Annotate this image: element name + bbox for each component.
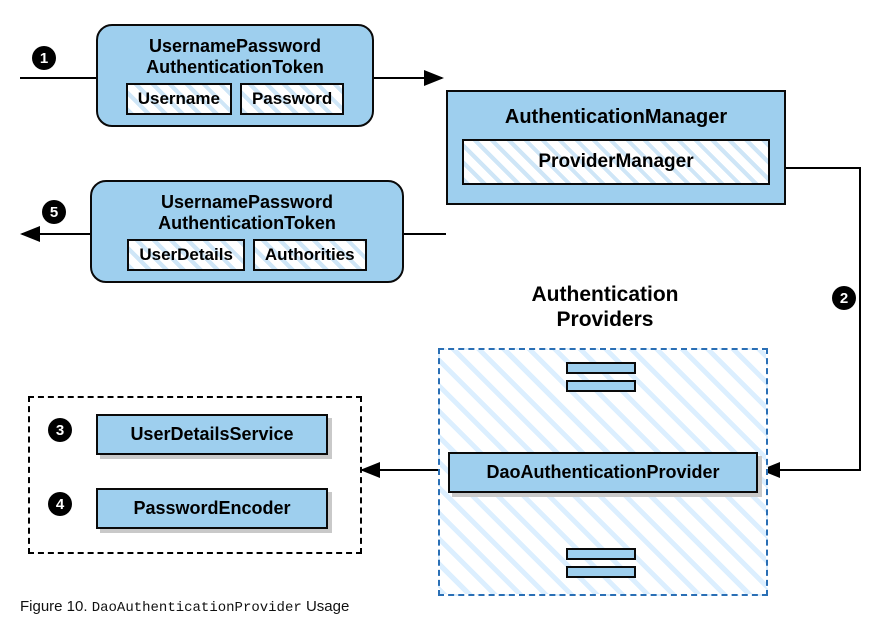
badge-2: 2 xyxy=(832,286,856,310)
badge-3: 3 xyxy=(48,418,72,442)
dao-authentication-provider-node: DaoAuthenticationProvider xyxy=(448,452,758,493)
badge-4: 4 xyxy=(48,492,72,516)
token-out-node: UsernamePassword AuthenticationToken Use… xyxy=(90,180,404,283)
token-out-title: UsernamePassword AuthenticationToken xyxy=(104,192,390,233)
providers-label-l1: Authentication xyxy=(532,283,679,306)
figure-caption: Figure 10. DaoAuthenticationProvider Usa… xyxy=(20,598,349,616)
badge-5: 5 xyxy=(42,200,66,224)
token-in-title-l1: UsernamePassword xyxy=(149,36,321,56)
token-out-title-l1: UsernamePassword xyxy=(161,192,333,212)
provider-stub-top-1 xyxy=(566,362,636,374)
user-details-service-node: UserDetailsService xyxy=(96,414,328,455)
token-in-node: UsernamePassword AuthenticationToken Use… xyxy=(96,24,374,127)
caption-prefix: Figure 10. xyxy=(20,598,92,615)
caption-code: DaoAuthenticationProvider xyxy=(92,600,302,616)
password-encoder-node: PasswordEncoder xyxy=(96,488,328,529)
authentication-manager-title: AuthenticationManager xyxy=(462,106,770,129)
token-out-authorities: Authorities xyxy=(253,239,367,271)
authentication-manager-node: AuthenticationManager ProviderManager xyxy=(446,90,786,205)
token-in-password: Password xyxy=(240,83,344,115)
providers-label: Authentication Providers xyxy=(500,282,710,332)
token-in-username: Username xyxy=(126,83,232,115)
providers-label-l2: Providers xyxy=(557,308,654,331)
badge-1: 1 xyxy=(32,46,56,70)
provider-stub-top-2 xyxy=(566,380,636,392)
caption-suffix: Usage xyxy=(306,598,349,615)
provider-manager-box: ProviderManager xyxy=(462,139,770,185)
token-out-userdetails: UserDetails xyxy=(127,239,245,271)
token-in-title: UsernamePassword AuthenticationToken xyxy=(110,36,360,77)
token-in-title-l2: AuthenticationToken xyxy=(146,57,324,77)
diagram-canvas: UsernamePassword AuthenticationToken Use… xyxy=(0,0,886,623)
provider-stub-bot-2 xyxy=(566,566,636,578)
provider-stub-bot-1 xyxy=(566,548,636,560)
token-out-title-l2: AuthenticationToken xyxy=(158,213,336,233)
